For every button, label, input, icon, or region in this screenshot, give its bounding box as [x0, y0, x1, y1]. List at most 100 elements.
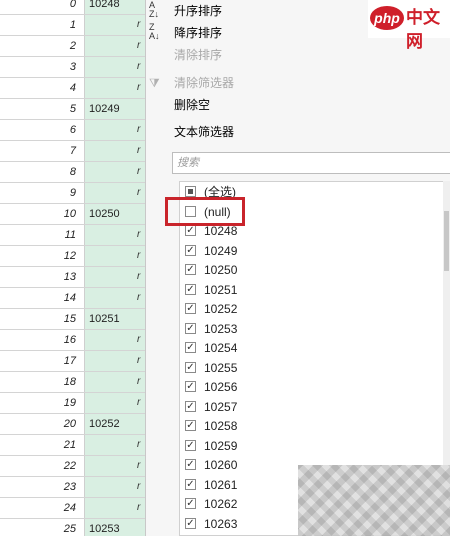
filter-item-label: 10249 — [204, 243, 238, 258]
cell-value: 10252 — [89, 418, 120, 430]
grid-row[interactable]: 19 r — [0, 393, 145, 414]
filter-list-item[interactable]: ✓ 10252 — [180, 299, 440, 319]
filter-list-item[interactable]: ✓ 10250 — [180, 260, 440, 280]
row-index: 20 — [63, 418, 76, 430]
filter-list-item[interactable]: ✓ 10256 — [180, 377, 440, 397]
checkbox-partial[interactable] — [185, 186, 196, 197]
filter-item-label: 10258 — [204, 419, 238, 433]
cell-value: 10253 — [89, 523, 120, 535]
row-index: 19 — [63, 397, 76, 409]
row-index: 16 — [63, 334, 76, 346]
clear-filter-label: 清除筛选器 — [174, 76, 235, 90]
filter-item-label: 10253 — [204, 321, 238, 336]
filter-item-label: 10254 — [204, 341, 238, 355]
grid-row[interactable]: 20 10252 — [0, 414, 145, 435]
logo-text: 中文网 — [406, 8, 440, 51]
search-input[interactable]: 搜索 — [172, 152, 450, 174]
cell-mark: r — [137, 124, 141, 135]
checkbox-checked[interactable]: ✓ — [185, 439, 196, 451]
clear-filter-icon: ⧩ — [149, 76, 160, 90]
filter-list-item[interactable]: ✓ 10259 — [180, 436, 440, 456]
grid-row[interactable]: 22 r — [0, 456, 145, 477]
grid-row[interactable]: 11 r — [0, 225, 145, 246]
grid-row[interactable]: 0 10248 — [0, 0, 145, 15]
filter-item-label: 10252 — [204, 302, 238, 316]
row-index: 6 — [69, 124, 76, 136]
checkbox-checked[interactable]: ✓ — [185, 381, 196, 392]
checkbox-checked[interactable]: ✓ — [185, 244, 196, 256]
filter-list-item[interactable]: ✓ 10258 — [180, 416, 440, 436]
grid-row[interactable]: 9r — [0, 183, 145, 204]
row-index: 5 — [69, 103, 76, 115]
grid-row[interactable]: 1r — [0, 15, 145, 36]
grid-row[interactable]: 13 r — [0, 267, 145, 288]
grid-row[interactable]: 25 10253 — [0, 519, 145, 536]
grid-row[interactable]: 7r — [0, 141, 145, 162]
data-grid: 0 10248 1 r 2 r 3 r 4 r 5 10249 6 r 7 r 8 r 9 r 10 10250 11 r 12… — [0, 0, 145, 536]
filter-list-item[interactable]: ✓ 10253 — [180, 319, 440, 339]
row-index: 10 — [63, 208, 76, 220]
row-index: 13 — [63, 271, 76, 283]
grid-row[interactable]: 21 r — [0, 435, 145, 456]
grid-row[interactable]: 16 r — [0, 330, 145, 351]
grid-row[interactable]: 5 10249 — [0, 99, 145, 120]
checkbox-checked[interactable]: ✓ — [185, 342, 196, 353]
grid-row[interactable]: 8r — [0, 162, 145, 183]
grid-row[interactable]: 12 r — [0, 246, 145, 267]
filter-list-item[interactable]: ✓ 10251 — [180, 280, 440, 300]
checkbox-checked[interactable]: ✓ — [185, 420, 196, 431]
checkbox-checked[interactable]: ✓ — [185, 303, 196, 314]
text-filters-item[interactable]: 文本筛选器 — [146, 121, 450, 143]
filter-list-item[interactable]: ✓ 10249 — [180, 241, 440, 261]
checkbox-checked[interactable]: ✓ — [185, 478, 196, 490]
cell-mark: r — [137, 40, 141, 51]
grid-row[interactable]: 24 r — [0, 498, 145, 519]
filter-list-item[interactable]: ✓ 10254 — [180, 338, 440, 358]
checkbox-checked[interactable]: ✓ — [185, 264, 196, 275]
filter-item-label: 10260 — [204, 458, 238, 472]
row-index: 2 — [69, 40, 76, 52]
remove-empty-item[interactable]: 删除空 — [146, 94, 450, 116]
row-index: 17 — [63, 355, 76, 367]
cell-value: 10251 — [89, 313, 120, 325]
row-index: 21 — [63, 439, 76, 451]
cell-mark: r — [137, 397, 141, 408]
checkbox-checked[interactable]: ✓ — [185, 400, 196, 412]
checkbox-checked[interactable]: ✓ — [185, 322, 196, 334]
sort-ascending-icon: A Z↓ — [149, 0, 159, 19]
grid-row[interactable]: 18 r — [0, 372, 145, 393]
filter-item-label: 10263 — [204, 516, 238, 531]
grid-row[interactable]: 10 10250 — [0, 204, 145, 225]
grid-row[interactable]: 6r — [0, 120, 145, 141]
row-index: 4 — [69, 82, 76, 94]
sort-ascending-label: 升序排序 — [174, 4, 223, 18]
blur-watermark — [298, 465, 450, 536]
grid-row[interactable]: 14 r — [0, 288, 145, 309]
search-placeholder: 搜索 — [177, 157, 199, 169]
row-index: 0 — [69, 0, 76, 10]
grid-row[interactable]: 4r — [0, 78, 145, 99]
checkbox-checked[interactable]: ✓ — [185, 459, 196, 470]
logo-badge: php — [370, 6, 404, 30]
grid-row[interactable]: 17 r — [0, 351, 145, 372]
cell-mark: r — [137, 502, 141, 513]
grid-row[interactable]: 3r — [0, 57, 145, 78]
site-logo: php 中文网 — [368, 0, 450, 51]
filter-list-item[interactable]: ✓ 10257 — [180, 397, 440, 417]
checkbox-checked[interactable]: ✓ — [185, 225, 196, 236]
filter-item-label: 10257 — [204, 399, 238, 414]
grid-row[interactable]: 23 r — [0, 477, 145, 498]
grid-row[interactable]: 15 10251 — [0, 309, 145, 330]
cell-value: 10250 — [89, 208, 120, 220]
checkbox-checked[interactable]: ✓ — [185, 283, 196, 295]
checkbox-checked[interactable]: ✓ — [185, 361, 196, 373]
cell-value: 10249 — [89, 103, 120, 115]
row-index: 1 — [69, 19, 76, 31]
filter-list-item[interactable]: ✓ 10255 — [180, 358, 440, 378]
checkbox-checked[interactable]: ✓ — [185, 498, 196, 509]
checkbox-checked[interactable]: ✓ — [185, 517, 196, 529]
cell-mark: r — [137, 229, 141, 240]
scrollbar-thumb[interactable] — [444, 211, 449, 271]
row-index: 9 — [69, 187, 76, 199]
grid-row[interactable]: 2r — [0, 36, 145, 57]
